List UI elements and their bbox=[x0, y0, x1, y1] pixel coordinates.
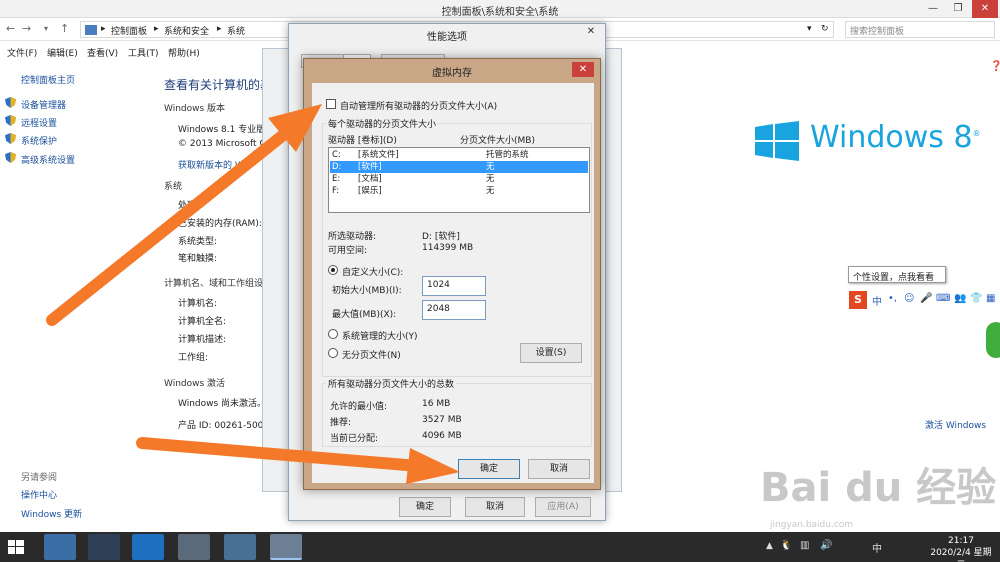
control-panel-task-icon[interactable] bbox=[224, 534, 256, 560]
phone-icon[interactable] bbox=[88, 534, 120, 560]
clock-date: 2020/2/4 星期二 bbox=[930, 548, 992, 562]
browser-icon[interactable] bbox=[44, 534, 76, 560]
watermark-url: jingyan.baidu.com bbox=[770, 520, 854, 530]
clock[interactable]: 21:17 2020/2/4 星期二 bbox=[926, 535, 996, 562]
clock-time: 21:17 bbox=[948, 536, 974, 546]
tray-ime-icon[interactable]: 中 bbox=[872, 540, 882, 555]
taskbar: ▲ 🐧 ▥ 🔊 中 21:17 2020/2/4 星期二 bbox=[0, 532, 1000, 562]
explorer-icon[interactable] bbox=[178, 534, 210, 560]
baidu-watermark: Bai du 经验 bbox=[760, 465, 997, 511]
system-task-icon[interactable] bbox=[270, 534, 302, 560]
volume-icon[interactable]: 🔊 bbox=[820, 540, 832, 551]
ie-icon[interactable] bbox=[132, 534, 164, 560]
network-icon[interactable]: ▥ bbox=[800, 540, 809, 551]
arrow-to-checkbox bbox=[46, 104, 322, 326]
arrow-to-ok bbox=[136, 437, 460, 484]
start-icon[interactable] bbox=[8, 540, 24, 554]
qq-icon[interactable]: 🐧 bbox=[780, 540, 792, 551]
tray-chevron-icon[interactable]: ▲ bbox=[766, 541, 773, 551]
